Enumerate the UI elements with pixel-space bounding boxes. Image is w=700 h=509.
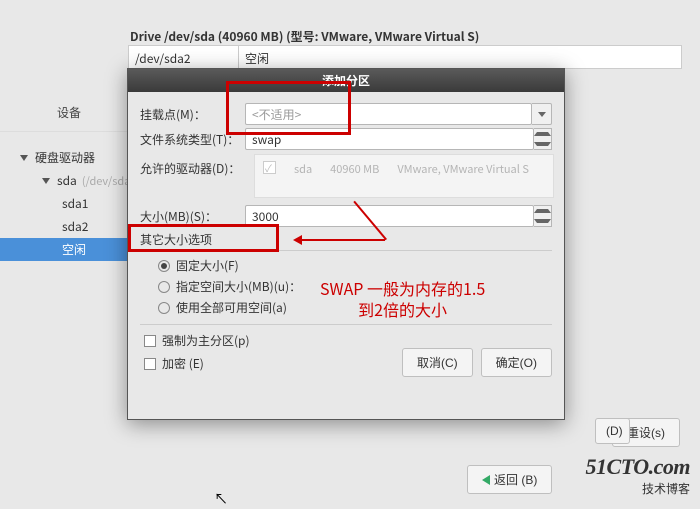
chevron-down-icon [534, 142, 551, 146]
chevron-up-icon [534, 132, 551, 136]
radio-fixed-size[interactable]: 固定大小(F) [140, 255, 552, 276]
back-button[interactable]: 返回 (B) [467, 465, 552, 494]
size-label: 大小(MB)(S)： [140, 208, 245, 225]
drive-bar-partname: /dev/sda2 [129, 46, 239, 68]
mount-point-dropdown-button[interactable] [532, 103, 552, 125]
mount-point-label: 挂载点(M)： [140, 106, 245, 123]
arrow-left-icon [482, 475, 490, 485]
size-spinner[interactable] [534, 205, 552, 227]
drive-model: VMware, VMware Virtual S [397, 161, 529, 177]
radio-label: 指定空间大小(MB)(u)： [176, 278, 301, 295]
chevron-down-icon [534, 219, 551, 223]
chevron-down-icon [42, 178, 50, 184]
tree-label: 空闲 [62, 241, 86, 258]
tree-label: sda [57, 172, 77, 189]
drive-partition-bar: /dev/sda2 空闲 [128, 45, 682, 69]
radio-specify-size[interactable]: 指定空间大小(MB)(u)： [140, 276, 552, 297]
dialog-title: 添加分区 [128, 69, 564, 92]
tree-label: 硬盘驱动器 [35, 149, 95, 166]
tree-sda1[interactable]: sda1 [0, 192, 138, 215]
radio-icon [158, 302, 170, 314]
mount-point-value: <不适用> [252, 106, 301, 123]
tree-label: sda2 [62, 218, 88, 235]
cancel-button[interactable]: 取消(C) [402, 348, 473, 377]
chevron-up-icon [534, 209, 551, 213]
cursor-icon: ↖ [214, 489, 228, 509]
radio-use-all[interactable]: 使用全部可用空间(a) [140, 297, 552, 318]
mount-point-combo[interactable]: <不适用> [245, 103, 532, 125]
fstype-combo[interactable]: swap [245, 128, 534, 150]
back-button-label: 返回 (B) [494, 471, 537, 488]
check-label: 加密 (E) [162, 355, 204, 372]
checkbox-icon [144, 358, 156, 370]
allowed-drives-label: 允许的驱动器(D)： [140, 160, 245, 177]
radio-label: 固定大小(F) [176, 257, 239, 274]
tree-label: sda1 [62, 195, 88, 212]
drive-checkbox[interactable] [263, 161, 276, 174]
drive-name: sda [294, 161, 312, 177]
chevron-down-icon [538, 112, 546, 117]
allowed-drives-list[interactable]: sda 40960 MB VMware, VMware Virtual S [254, 154, 554, 198]
radio-icon [158, 260, 170, 272]
drive-bar-status: 空闲 [239, 46, 681, 68]
drive-header-label: Drive /dev/sda (40960 MB) (型号: VMware, V… [130, 28, 479, 45]
tree-free-space[interactable]: 空闲 [0, 238, 138, 261]
fstype-dropdown-button[interactable] [534, 128, 552, 150]
radio-icon [158, 281, 170, 293]
fstype-label: 文件系统类型(T)： [140, 131, 245, 148]
fstype-value: swap [252, 131, 281, 148]
tree-sda[interactable]: sda (/dev/sda) [0, 169, 138, 192]
device-tree[interactable]: 硬盘驱动器 sda (/dev/sda) sda1 sda2 空闲 [0, 132, 138, 261]
radio-label: 使用全部可用空间(a) [176, 299, 287, 316]
chevron-down-icon [20, 155, 28, 161]
ok-button[interactable]: 确定(O) [481, 348, 552, 377]
extra-size-header: 其它大小选项 [140, 231, 552, 248]
device-column-header: 设备 [0, 98, 138, 132]
size-input[interactable]: 3000 [245, 205, 534, 227]
add-partition-dialog: 添加分区 挂载点(M)： <不适用> 文件系统类型(T)： swap sda 4… [127, 68, 565, 420]
partial-d-button[interactable]: (D) [595, 418, 630, 444]
check-label: 强制为主分区(p) [162, 332, 250, 349]
tree-sda2[interactable]: sda2 [0, 215, 138, 238]
checkbox-icon [144, 335, 156, 347]
tree-root-harddrives[interactable]: 硬盘驱动器 [0, 146, 138, 169]
drive-size: 40960 MB [330, 161, 379, 177]
